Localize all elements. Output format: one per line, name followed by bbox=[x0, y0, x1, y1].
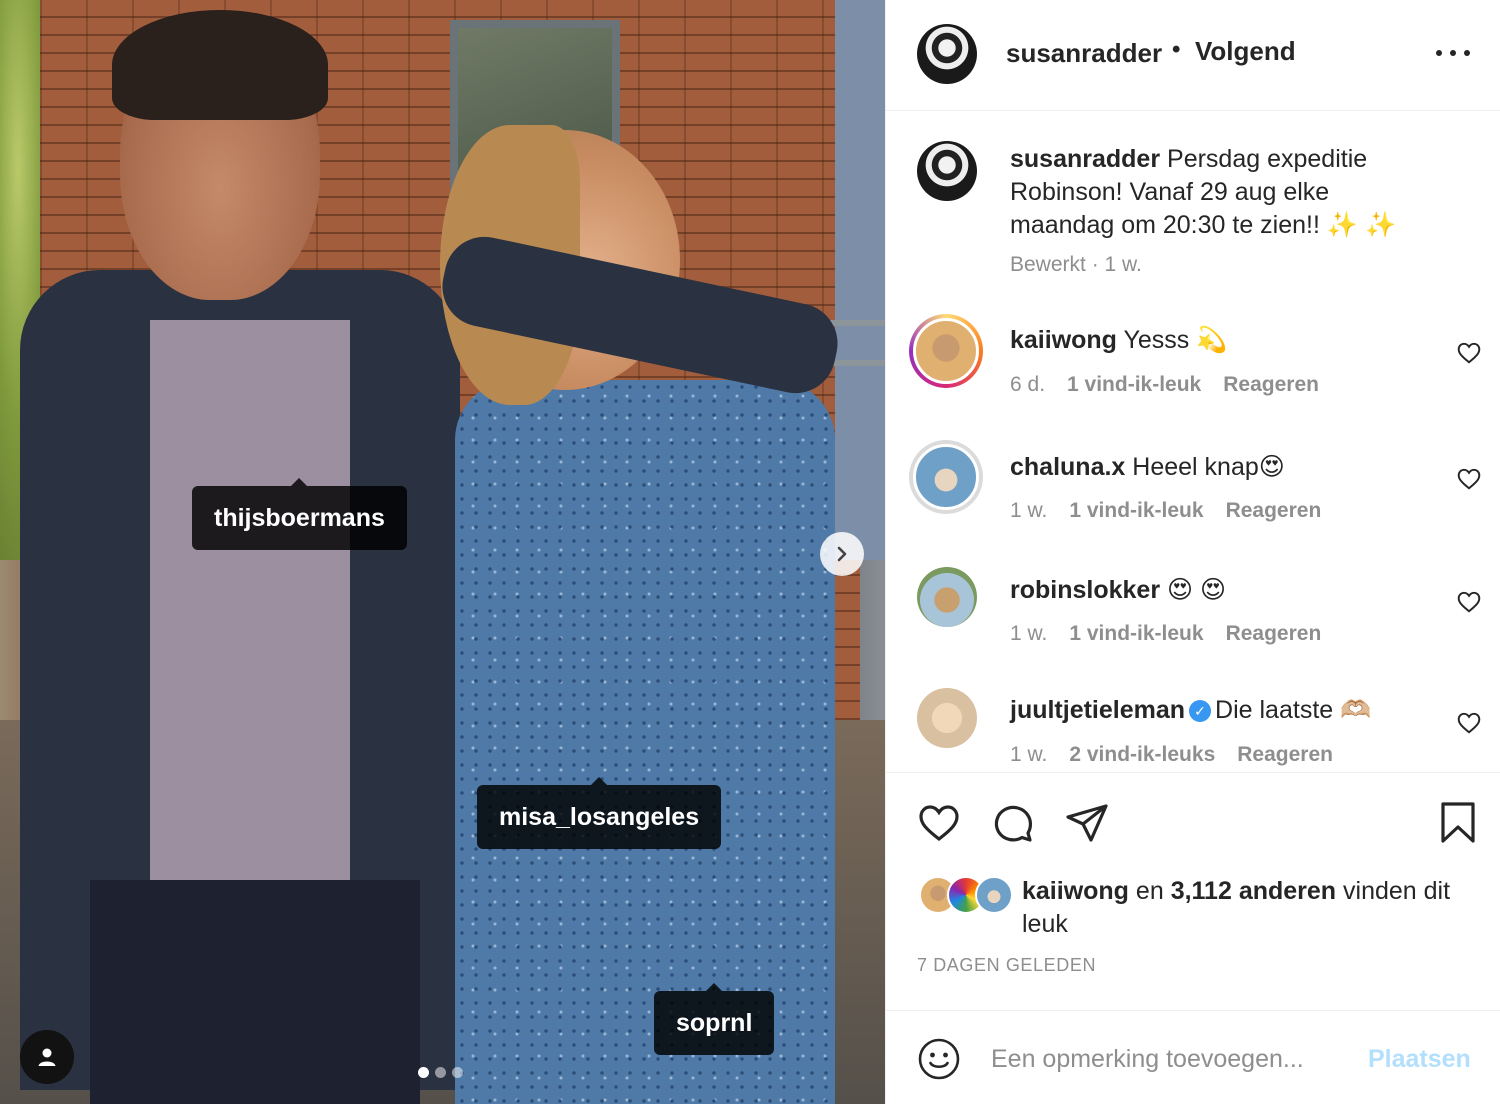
comment-item: juultjetieleman ✓ Die laatste 🫶🏼 1 w. 2 vi… bbox=[886, 686, 1500, 772]
comment-bubble-icon[interactable] bbox=[990, 800, 1036, 846]
comment-username[interactable]: kaiiwong bbox=[1010, 326, 1117, 354]
more-options-icon[interactable] bbox=[1436, 38, 1470, 68]
follow-status-button[interactable]: Volgend bbox=[1195, 36, 1296, 67]
comments-list[interactable]: susanradder Persdag expeditie Robinson! … bbox=[886, 111, 1500, 773]
add-comment-bar: Plaatsen bbox=[886, 1010, 1500, 1104]
photo-woman-dress bbox=[455, 380, 835, 1104]
comment-time[interactable]: 1 w. bbox=[1010, 499, 1047, 523]
caption-username[interactable]: susanradder bbox=[1010, 145, 1160, 173]
likes-connector: en bbox=[1135, 877, 1164, 905]
comment-likes[interactable]: 2 vind-ik-leuks bbox=[1069, 743, 1215, 767]
comment-time[interactable]: 1 w. bbox=[1010, 743, 1047, 767]
share-send-icon[interactable] bbox=[1064, 800, 1110, 846]
emoji-icon[interactable] bbox=[917, 1037, 961, 1081]
verified-badge-icon: ✓ bbox=[1189, 700, 1212, 723]
avatar[interactable] bbox=[917, 24, 977, 84]
dot bbox=[1464, 50, 1470, 56]
comment-username[interactable]: chaluna.x bbox=[1010, 453, 1125, 481]
reply-button[interactable]: Reageren bbox=[1226, 622, 1322, 646]
carousel-dot bbox=[452, 1067, 463, 1078]
comment-body: Heeel knap😍 bbox=[1132, 453, 1285, 481]
reply-button[interactable]: Reageren bbox=[1226, 499, 1322, 523]
comment-username[interactable]: juultjetieleman bbox=[1010, 696, 1185, 724]
avatar[interactable] bbox=[913, 444, 979, 510]
heart-icon[interactable] bbox=[1456, 466, 1482, 492]
comment-item: robinslokker 😍 😍 1 w. 1 vind-ik-leuk Rea… bbox=[886, 565, 1500, 687]
likes-count-link[interactable]: 3,112 anderen bbox=[1171, 877, 1336, 905]
likes-summary: kaiiwong en 3,112 anderen vinden dit leu… bbox=[1022, 875, 1482, 941]
avatar[interactable] bbox=[917, 688, 977, 748]
header-separator: • bbox=[1172, 36, 1181, 63]
photo-man-pants bbox=[90, 880, 420, 1104]
reply-button[interactable]: Reageren bbox=[1237, 743, 1333, 767]
comment-text: kaiiwong Yesss 💫 bbox=[1010, 326, 1227, 355]
comment-body: Die laatste 🫶🏼 bbox=[1215, 696, 1372, 724]
comment-text: juultjetieleman ✓ Die laatste 🫶🏼 bbox=[1010, 696, 1371, 725]
comment-meta: 1 w. 1 vind-ik-leuk Reageren bbox=[1010, 499, 1321, 523]
comment-likes[interactable]: 1 vind-ik-leuk bbox=[1069, 622, 1203, 646]
like-heart-icon[interactable] bbox=[916, 800, 962, 846]
photo-man-shirt bbox=[150, 320, 350, 880]
comment-meta: 6 d. 1 vind-ik-leuk Reageren bbox=[1010, 373, 1319, 397]
user-tag[interactable]: misa_losangeles bbox=[477, 777, 722, 849]
reply-button[interactable]: Reageren bbox=[1223, 373, 1319, 397]
comment-body: Yesss 💫 bbox=[1123, 326, 1228, 354]
dot bbox=[1450, 50, 1456, 56]
avatar[interactable] bbox=[917, 141, 977, 201]
comment-meta: 1 w. 1 vind-ik-leuk Reageren bbox=[1010, 622, 1321, 646]
heart-icon[interactable] bbox=[1456, 710, 1482, 736]
header-username[interactable]: susanradder bbox=[1006, 38, 1162, 69]
show-tags-button[interactable] bbox=[20, 1030, 74, 1084]
caption-meta: Bewerkt · 1 w. bbox=[1010, 253, 1142, 276]
comment-text: chaluna.x Heeel knap😍 bbox=[1010, 452, 1285, 482]
photo-pillar bbox=[835, 0, 885, 560]
user-tag[interactable]: soprnl bbox=[654, 983, 775, 1055]
comment-username[interactable]: robinslokker bbox=[1010, 576, 1160, 604]
carousel-dot bbox=[435, 1067, 446, 1078]
comment-time[interactable]: 1 w. bbox=[1010, 622, 1047, 646]
dot bbox=[1436, 50, 1442, 56]
user-icon bbox=[38, 1048, 56, 1066]
carousel-indicator bbox=[418, 1067, 463, 1078]
post-timestamp[interactable]: 7 DAGEN GELEDEN bbox=[917, 955, 1096, 976]
avatar bbox=[975, 876, 1013, 914]
comment-likes[interactable]: 1 vind-ik-leuk bbox=[1069, 499, 1203, 523]
comment-body: 😍 😍 bbox=[1167, 576, 1227, 604]
avatar[interactable] bbox=[913, 318, 979, 384]
liked-by-username[interactable]: kaiiwong bbox=[1022, 877, 1129, 905]
liked-by-avatars[interactable] bbox=[919, 876, 1019, 916]
post-details-panel: susanradder • Volgend susanradder Persda… bbox=[885, 0, 1500, 1104]
carousel-dot bbox=[418, 1067, 429, 1078]
chevron-right-icon bbox=[837, 546, 847, 562]
heart-icon[interactable] bbox=[1456, 589, 1482, 615]
post-actions bbox=[886, 800, 1500, 846]
post-photo[interactable]: thijsboermans misa_losangeles soprnl bbox=[0, 0, 885, 1104]
bookmark-icon[interactable] bbox=[1435, 800, 1481, 846]
comment-input[interactable] bbox=[991, 1037, 1351, 1081]
post-header: susanradder • Volgend bbox=[886, 0, 1500, 111]
comment-meta: 1 w. 2 vind-ik-leuks Reageren bbox=[1010, 743, 1333, 767]
heart-icon[interactable] bbox=[1456, 340, 1482, 366]
comment-likes[interactable]: 1 vind-ik-leuk bbox=[1067, 373, 1201, 397]
avatar[interactable] bbox=[917, 567, 977, 627]
comment-time[interactable]: 6 d. bbox=[1010, 373, 1045, 397]
comment-item: kaiiwong Yesss 💫 6 d. 1 vind-ik-leuk Rea… bbox=[886, 314, 1500, 438]
photo-man-hair bbox=[112, 10, 328, 120]
comment-text: robinslokker 😍 😍 bbox=[1010, 575, 1226, 605]
caption-text: susanradder Persdag expeditie Robinson! … bbox=[1010, 143, 1430, 242]
next-slide-button[interactable] bbox=[820, 532, 864, 576]
user-tag[interactable]: thijsboermans bbox=[192, 478, 407, 550]
post-comment-button[interactable]: Plaatsen bbox=[1368, 1045, 1471, 1074]
comment-item: chaluna.x Heeel knap😍 1 w. 1 vind-ik-leu… bbox=[886, 440, 1500, 564]
